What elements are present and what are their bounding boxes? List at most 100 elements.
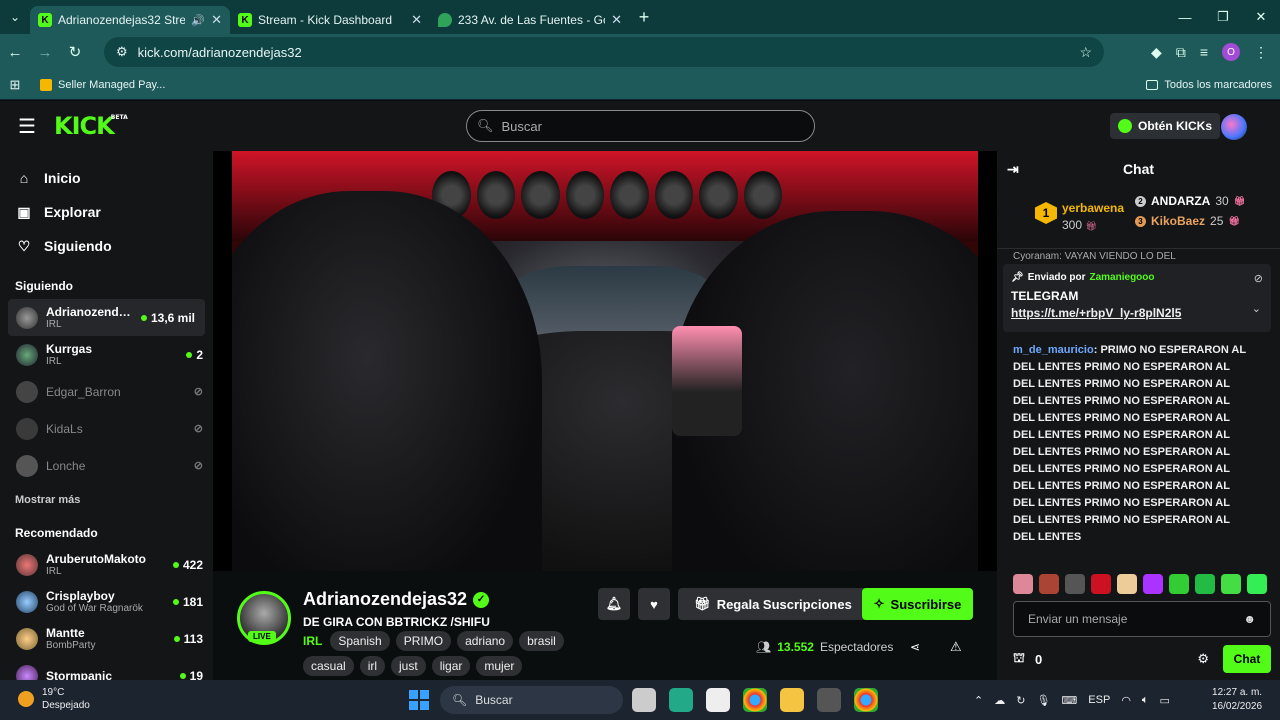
minimize-icon[interactable]: — [1166,0,1204,34]
battery-icon[interactable]: ▭ [1160,694,1170,707]
emote-icon[interactable] [1091,574,1111,594]
kick-logo[interactable]: KICK BETA [54,112,128,140]
chrome-icon[interactable] [743,688,767,712]
pinned-user[interactable]: Zamaniegooo [1090,272,1155,283]
clock[interactable]: 12:27 a. m. 16/02/2026 [1212,686,1262,714]
tag-chip[interactable]: casual [303,656,354,676]
emote-icon[interactable] [1039,574,1059,594]
emote-icon[interactable] [1247,574,1267,594]
app-icon[interactable] [817,688,841,712]
bookmark-star-icon[interactable]: ☆ [1079,44,1092,61]
channel-item[interactable]: Edgar_Barron ⊘ [0,373,213,410]
channel-item[interactable]: Lonche ⊘ [0,447,213,484]
media-control-icon[interactable]: ≡ [1200,44,1208,60]
hide-eye-icon[interactable]: ⊘ [1254,272,1263,285]
send-chat-button[interactable]: Chat [1223,645,1271,673]
chat-input[interactable]: Enviar un mensaje ☻ [1013,601,1271,637]
browser-tab-maps[interactable]: 233 Av. de Las Fuentes - Googl ✕ [430,6,630,34]
emote-icon[interactable] [1195,574,1215,594]
close-tab-icon[interactable]: ✕ [211,12,222,28]
channel-item[interactable]: Adrianozendej... IRL 13,6 mil [8,299,205,336]
tag-chip[interactable]: irl [359,656,386,676]
new-tab-button[interactable]: + [630,7,658,28]
channel-item[interactable]: Crisplayboy God of War Ragnarök 181 [0,583,213,620]
menu-hamburger-icon[interactable]: ☰ [0,114,54,139]
emoji-picker-icon[interactable]: ☻ [1243,612,1256,626]
get-kicks-button[interactable]: Obtén KICKs [1110,113,1221,139]
chevron-down-icon[interactable]: ⌄ [1252,302,1261,315]
show-more-link[interactable]: Mostrar más [0,484,213,516]
leader-name[interactable]: yerbawena [1062,201,1124,215]
emote-icon[interactable] [1117,574,1137,594]
chrome-profile-icon[interactable] [854,688,878,712]
close-tab-icon[interactable]: ✕ [611,12,622,28]
pinned-link[interactable]: https://t.me/+rbpV_ly-r8plN2l5 [1011,306,1263,320]
close-window-icon[interactable]: ✕ [1242,0,1280,34]
stream-video[interactable] [232,151,978,571]
leader-name[interactable]: KikoBaez [1151,214,1205,228]
apps-grid-icon[interactable]: ⊞ [0,77,30,93]
keyboard-icon[interactable]: ⌨ [1061,694,1077,707]
emote-icon[interactable] [1221,574,1241,594]
channel-item[interactable]: Kurrgas IRL 2 [0,336,213,373]
channel-item[interactable]: Mantte BombParty 113 [0,620,213,657]
notifications-button[interactable]: 🔔︎ [598,588,630,620]
onedrive-icon[interactable]: ☁ [994,694,1005,707]
channel-item[interactable]: Stormpanic 19 [0,657,213,680]
tag-chip[interactable]: mujer [476,656,523,676]
bookmark-seller[interactable]: Seller Managed Pay... [40,78,165,91]
chevron-up-icon[interactable]: ⌃ [974,694,983,707]
address-bar[interactable]: ⚙ kick.com/adrianozendejas32 ☆ [104,37,1104,67]
language-indicator[interactable]: ESP [1088,694,1110,706]
wifi-icon[interactable]: ◠ [1121,694,1131,707]
search-input[interactable]: 🔍︎ Buscar [466,110,815,142]
profile-avatar[interactable]: O [1222,43,1240,61]
report-warning-icon[interactable]: ⚠ [950,639,962,655]
app-icon[interactable] [669,688,693,712]
forward-icon[interactable]: → [30,44,60,61]
sidebar-item-explorar[interactable]: ▣ Explorar [0,195,213,229]
sync-icon[interactable]: ↻ [1016,694,1025,707]
channel-item[interactable]: KidaLs ⊘ [0,410,213,447]
site-info-icon[interactable]: ⚙ [116,44,128,60]
gift-subs-button[interactable]: 🎁︎ Regala Suscripciones [678,588,868,620]
video-player[interactable] [213,151,997,571]
emote-icon[interactable] [1169,574,1189,594]
emote-icon[interactable] [1065,574,1085,594]
speaker-icon[interactable]: 🔊 [191,14,205,27]
microphone-icon[interactable]: 🎙︎ [1036,694,1050,707]
chat-settings-gear-icon[interactable]: ⚙ [1197,651,1209,667]
collapse-chat-icon[interactable]: ⇥ [1007,161,1019,178]
browser-menu-icon[interactable]: ⋮ [1254,44,1268,61]
emote-icon[interactable] [1143,574,1163,594]
reload-icon[interactable]: ↻ [60,43,90,61]
tag-chip[interactable]: just [391,656,426,676]
taskbar-search[interactable]: 🔍︎ Buscar [440,686,623,714]
task-view-icon[interactable] [632,688,656,712]
user-avatar[interactable] [1221,114,1247,140]
sidebar-item-inicio[interactable]: ⌂ Inicio [0,161,213,195]
app-icon[interactable] [706,688,730,712]
follow-button[interactable]: ♥ [638,588,670,620]
channel-item[interactable]: AruberutoMakoto IRL 422 [0,546,213,583]
extension-icon[interactable]: ◆ [1151,44,1162,61]
sidebar-item-siguiendo[interactable]: ♡ Siguiendo [0,229,213,263]
file-explorer-icon[interactable] [780,688,804,712]
browser-tab-stream[interactable]: K Adrianozendejas32 Stream 🔊 ✕ [30,6,230,34]
channel-points[interactable]: ⛫ 0 [1013,650,1042,668]
tag-chip[interactable]: PRIMO [395,631,452,651]
extensions-puzzle-icon[interactable]: ⧉ [1176,44,1186,61]
tab-search-button[interactable]: ⌄ [0,0,30,34]
weather-widget[interactable]: 19°C Despejado [18,686,90,712]
share-icon[interactable]: ⋖ [910,640,920,654]
channel-name[interactable]: Adrianozendejas32 [303,589,467,610]
emote-icon[interactable] [1013,574,1033,594]
tag-chip[interactable]: adriano [457,631,514,651]
back-icon[interactable]: ← [0,44,30,61]
tag-chip[interactable]: ligar [431,656,471,676]
tag-chip[interactable]: Spanish [330,631,390,651]
subscribe-button[interactable]: ✧ Suscribirse [862,588,973,620]
chat-username[interactable]: m_de_mauricio [1013,344,1094,356]
leader-name[interactable]: ANDARZA [1151,194,1210,208]
volume-icon[interactable]: 🔈︎ [1142,694,1149,707]
